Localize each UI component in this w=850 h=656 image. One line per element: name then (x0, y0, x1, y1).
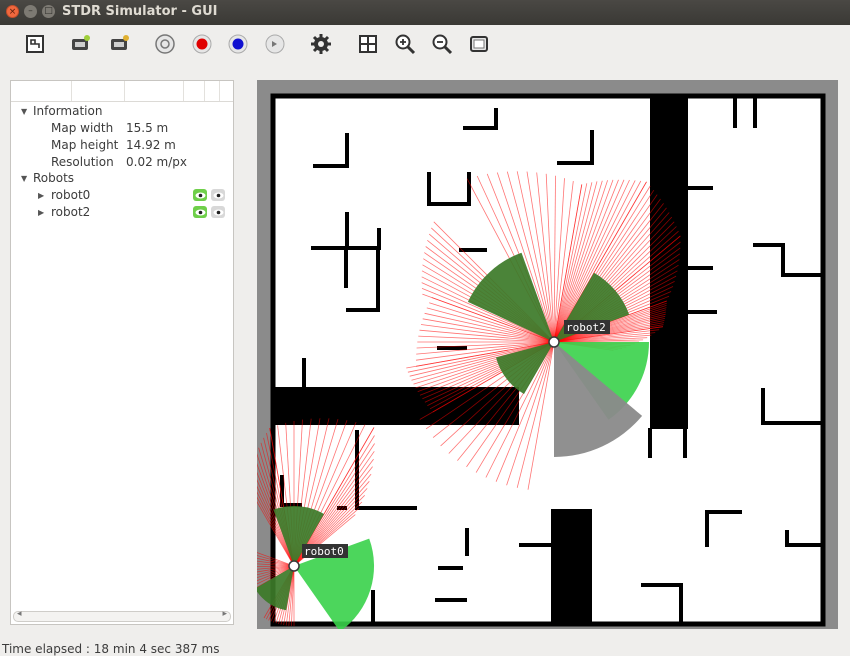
zoom-out-icon (432, 34, 453, 55)
settings-button[interactable] (308, 31, 334, 57)
scroll-left-icon[interactable]: ◂ (17, 609, 22, 619)
close-window-button[interactable]: × (6, 5, 19, 18)
load-map-icon (26, 35, 44, 53)
add-co2-source-icon (192, 34, 212, 54)
map-canvas[interactable]: robot2 robot0 (257, 80, 838, 629)
grid-icon (359, 35, 377, 53)
info-key: Map height (51, 138, 119, 152)
adjust-map-icon (470, 36, 488, 52)
expanded-arrow-icon[interactable]: ▼ (21, 170, 27, 187)
minimize-window-button[interactable]: – (24, 5, 37, 18)
tree-node-robot2[interactable]: ▶ robot2 (11, 204, 233, 221)
load-robot-button[interactable] (106, 31, 132, 57)
info-row-map-height: Map height 14.92 m (51, 137, 176, 154)
info-value: 15.5 m (126, 121, 169, 135)
collapsed-arrow-icon[interactable]: ▶ (38, 204, 44, 221)
robot-label: robot2 (566, 321, 606, 334)
add-robot-icon (72, 35, 90, 50)
toggle-visibility-eye-icon[interactable] (193, 189, 207, 201)
robots-label: Robots (33, 171, 75, 185)
toggle-visibility-eye-icon[interactable] (193, 206, 207, 218)
add-rfid-button[interactable] (152, 31, 178, 57)
window-title: STDR Simulator - GUI (62, 4, 218, 19)
zoom-out-button[interactable] (429, 31, 455, 57)
expanded-arrow-icon[interactable]: ▼ (21, 103, 27, 120)
zoom-in-button[interactable] (392, 31, 418, 57)
maximize-window-button[interactable]: □ (42, 5, 55, 18)
information-label: Information (33, 104, 103, 118)
robot-label: robot0 (304, 545, 344, 558)
toolbar (0, 25, 850, 63)
info-value: 0.02 m/px (126, 155, 187, 169)
tree-header (11, 81, 233, 102)
zoom-in-icon (395, 34, 416, 55)
load-robot-icon (111, 35, 129, 50)
add-thermal-source-icon (228, 34, 248, 54)
add-thermal-source-button[interactable] (225, 31, 251, 57)
info-key: Map width (51, 121, 114, 135)
robot-body (548, 336, 560, 348)
robot-body (288, 560, 300, 572)
scroll-right-icon[interactable]: ▸ (222, 609, 227, 619)
robot-label: robot2 (51, 205, 91, 219)
info-key: Resolution (51, 155, 114, 169)
add-sound-source-button[interactable] (262, 31, 288, 57)
info-row-resolution: Resolution 0.02 m/px (51, 154, 187, 171)
add-co2-source-button[interactable] (189, 31, 215, 57)
add-rfid-icon (155, 34, 175, 54)
title-bar: × – □ STDR Simulator - GUI (0, 0, 850, 25)
toggle-grid-button[interactable] (355, 31, 381, 57)
add-robot-button[interactable] (67, 31, 93, 57)
status-bar-text: Time elapsed : 18 min 4 sec 387 ms (2, 642, 220, 656)
info-panel: ▼ Information Map width 15.5 m Map heigh… (10, 80, 234, 625)
adjust-map-button[interactable] (466, 31, 492, 57)
toggle-visualization-eye-icon[interactable] (211, 189, 225, 201)
info-row-map-width: Map width 15.5 m (51, 120, 168, 137)
horizontal-scrollbar[interactable]: ◂ ▸ (13, 609, 231, 622)
toggle-visualization-eye-icon[interactable] (211, 206, 225, 218)
robot-label: robot0 (51, 188, 91, 202)
tree-node-robot0[interactable]: ▶ robot0 (11, 187, 233, 204)
collapsed-arrow-icon[interactable]: ▶ (38, 187, 44, 204)
load-map-button[interactable] (22, 31, 48, 57)
info-value: 14.92 m (126, 138, 176, 152)
add-sound-source-icon (265, 34, 285, 54)
settings-icon (311, 34, 331, 54)
map-view[interactable]: robot2 robot0 (257, 80, 838, 629)
